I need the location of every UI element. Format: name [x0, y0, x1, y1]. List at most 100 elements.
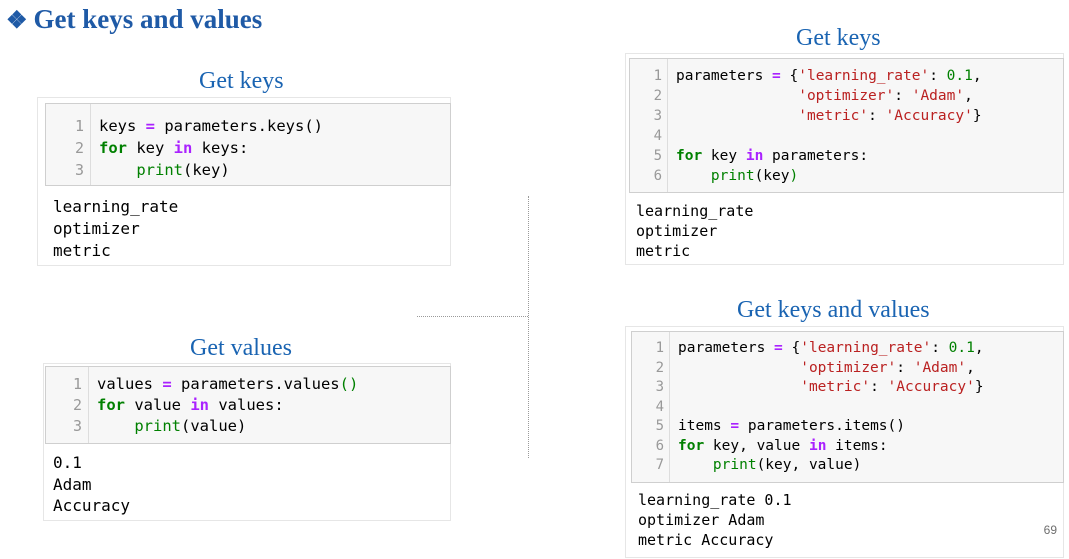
slide-title: ❖ Get keys and values	[6, 4, 262, 35]
line-number: 7	[655, 457, 664, 473]
cell-output-get-keys-and-values: learning_rate 0.1 optimizer Adam metric Ac…	[638, 490, 792, 550]
code-token: items	[678, 418, 731, 434]
line-number: 1	[72, 375, 82, 393]
code-token: in	[190, 396, 209, 414]
cell-output-get-values: 0.1 Adam Accuracy	[53, 452, 130, 517]
code-token: print	[134, 417, 181, 435]
line-number: 2	[655, 359, 664, 376]
dotted-connector-vertical	[528, 196, 529, 458]
output-line: optimizer	[636, 222, 718, 240]
code-token: ,	[966, 359, 975, 376]
code-token: in	[745, 148, 764, 164]
code-token: key	[127, 139, 174, 157]
line-number: 2	[653, 88, 662, 104]
code-lines: parameters = {'learning_rate': 0.1, 'opt…	[670, 332, 984, 482]
code-token: 'learning_rate'	[800, 340, 932, 356]
output-line: optimizer Adam	[638, 511, 765, 529]
line-numbers: 1 2 3	[46, 104, 91, 185]
code-token: parameters	[676, 68, 773, 84]
output-line: metric Accuracy	[638, 531, 774, 549]
code-token: 'optimizer'	[798, 88, 895, 104]
output-line: 0.1	[53, 453, 82, 472]
code-input-get-keys-and-values[interactable]: 1 2 3 4 5 6 7 parameters = {'learning_rate': 0…	[631, 331, 1064, 483]
code-line: print(value)	[97, 416, 358, 437]
code-token: for	[99, 139, 127, 157]
code-token: :	[929, 68, 947, 84]
code-input-get-values[interactable]: 123 values = parameters.values() for valu…	[45, 366, 451, 444]
code-token: parameters	[678, 340, 775, 356]
code-token: :	[931, 340, 949, 356]
code-line: for value in values:	[97, 395, 358, 416]
code-token: =	[145, 117, 156, 135]
code-token: 'metric'	[800, 379, 871, 395]
code-token: items:	[826, 437, 888, 454]
line-number: 6	[653, 168, 662, 184]
output-line: learning_rate	[53, 197, 179, 216]
diamond-bullet-icon: ❖	[6, 8, 28, 34]
code-line: for key in keys:	[99, 137, 323, 159]
code-token: (key, value)	[756, 457, 862, 473]
code-line: parameters = {'learning_rate': 0.1,	[676, 66, 982, 86]
code-token: ()	[339, 375, 359, 393]
line-number: 1	[74, 117, 84, 135]
page-number: 69	[1043, 523, 1057, 537]
code-token: ,	[964, 88, 973, 104]
code-token: (key)	[183, 161, 230, 179]
code-token: parameters.items()	[739, 418, 905, 434]
slide-title-text: Get keys and values	[33, 4, 263, 34]
code-lines: parameters = {'learning_rate': 0.1, 'opt…	[668, 59, 982, 192]
code-token: ,	[974, 340, 984, 356]
code-token: keys	[99, 117, 146, 135]
code-token: keys:	[192, 139, 249, 157]
code-token: for	[97, 396, 125, 414]
line-number: 3	[74, 161, 84, 179]
output-line: Accuracy	[53, 496, 131, 515]
code-token: 'Accuracy'	[887, 379, 975, 395]
code-line: 'optimizer': 'Adam',	[676, 86, 982, 106]
code-token: 'Accuracy'	[885, 108, 973, 124]
code-line: items = parameters.items()	[678, 417, 984, 437]
code-token: }	[974, 379, 984, 395]
output-line: learning_rate	[636, 202, 754, 220]
code-token: 'optimizer'	[800, 359, 897, 376]
section-title-get-keys-left: Get keys	[199, 68, 284, 94]
output-line: metric	[53, 241, 111, 260]
code-token: =	[772, 68, 781, 84]
code-line: print(key)	[99, 159, 323, 181]
section-title-get-keys-right: Get keys	[796, 25, 881, 51]
line-number: 3	[653, 108, 662, 124]
code-token: :	[894, 88, 912, 104]
code-token: 0.1	[946, 68, 973, 84]
code-token: }	[972, 108, 982, 124]
code-line: ​	[678, 398, 984, 418]
code-token: :	[870, 379, 888, 395]
code-input-get-keys-right[interactable]: 1 2 3 4 5 6 parameters = {'learning_rate': 0.…	[629, 58, 1064, 193]
output-line: optimizer	[53, 219, 140, 238]
line-number: 4	[655, 398, 664, 415]
code-line: 'optimizer': 'Adam',	[678, 359, 984, 379]
line-number: 3	[655, 379, 664, 395]
code-token: for	[676, 148, 703, 164]
code-token: {	[780, 68, 799, 84]
output-line: learning_rate 0.1	[638, 491, 792, 509]
code-line: 'metric': 'Accuracy'}	[678, 378, 984, 398]
code-token: value	[125, 396, 191, 414]
code-token: :	[868, 108, 886, 124]
code-input-get-keys-left[interactable]: 123 keys = parameters.keys() for key in k…	[45, 103, 451, 186]
section-title-get-values: Get values	[190, 335, 292, 361]
dotted-connector-horizontal	[417, 316, 528, 317]
code-token: ,	[972, 68, 982, 84]
code-token: =	[162, 375, 172, 393]
code-line: for key, value in items:	[678, 437, 984, 457]
code-lines: keys = parameters.keys() for key in keys:…	[91, 104, 323, 185]
code-token: print	[712, 457, 757, 473]
line-numbers: 1 2 3 4 5 6 7	[632, 332, 670, 482]
